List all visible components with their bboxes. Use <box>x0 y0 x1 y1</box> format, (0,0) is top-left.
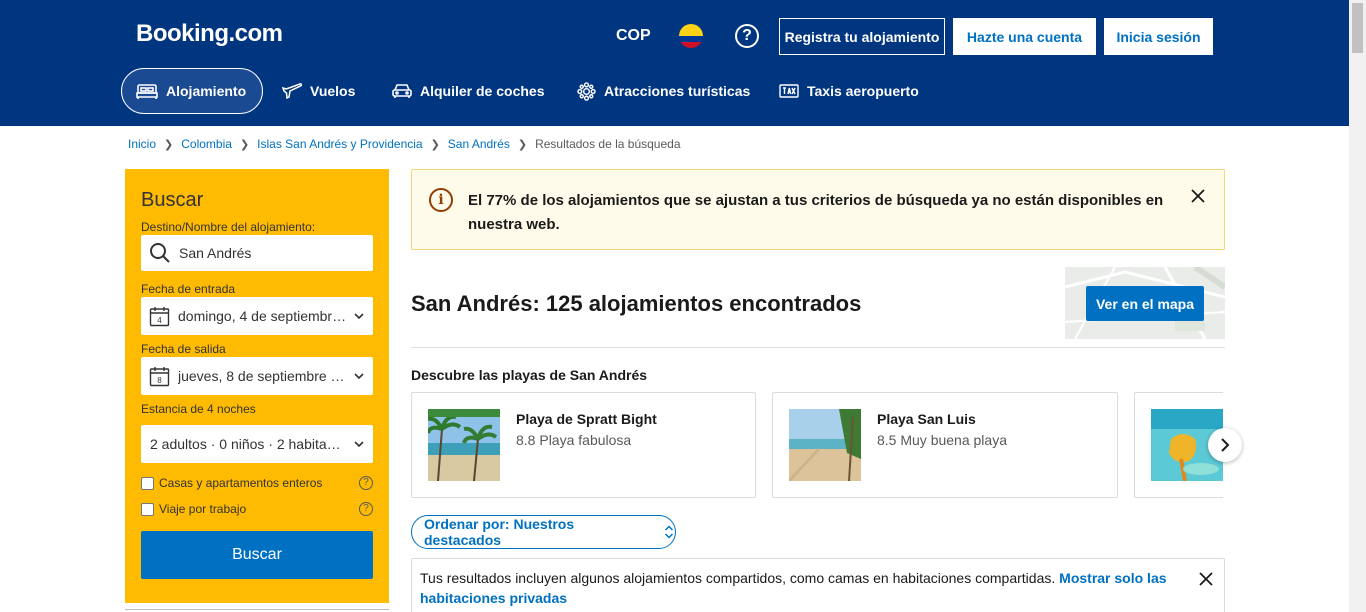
nav-label: Vuelos <box>310 83 356 99</box>
chevron-right-icon: ❯ <box>430 138 440 151</box>
bed-icon <box>136 84 158 99</box>
checkout-value: jueves, 8 de septiembre de 2022 <box>178 368 347 384</box>
signup-button[interactable]: Hazte una cuenta <box>953 18 1096 55</box>
notice-text-block: Tus resultados incluyen algunos alojamie… <box>420 568 1180 608</box>
calendar-icon: 8 <box>149 366 170 386</box>
chevron-down-icon <box>354 313 364 320</box>
search-panel: Buscar Destino/Nombre del alojamiento: S… <box>125 169 389 603</box>
nav-item-alojamiento[interactable]: Alojamiento <box>121 68 264 114</box>
beach-name: Playa de Spratt Bight <box>516 411 657 427</box>
beach-rating: 8.8 Playa fabulosa <box>516 432 632 448</box>
beach-name: Playa San Luis <box>877 411 976 427</box>
chevron-right-icon: ❯ <box>517 138 528 151</box>
beach-card[interactable]: Playa San Luis 8.5 Muy buena playa <box>772 392 1118 498</box>
chevron-right-icon: ❯ <box>239 138 250 151</box>
search-button[interactable]: Buscar <box>141 531 373 579</box>
plane-icon <box>282 83 302 100</box>
sort-label: Ordenar por: Nuestros destacados <box>424 516 575 548</box>
checkin-day: 4 <box>157 316 162 325</box>
guests-value: 2 adultos · 0 niños · 2 habitaciones <box>150 436 347 452</box>
nav-item-vuelos[interactable]: Vuelos <box>282 68 355 114</box>
sort-dropdown[interactable]: Ordenar por: Nuestros destacados <box>411 515 676 549</box>
nav-label: Taxis aeropuerto <box>807 83 919 99</box>
nav-item-taxis[interactable]: Taxis aeropuerto <box>779 68 919 114</box>
search-title: Buscar <box>141 189 204 211</box>
breadcrumb-islas[interactable]: Islas San Andrés y Providencia <box>257 137 422 151</box>
checkout-label: Fecha de salida <box>141 342 226 356</box>
beach-card[interactable]: Playa de Spratt Bight 8.8 Playa fabulosa <box>411 392 756 498</box>
checkout-day: 8 <box>157 376 162 385</box>
breadcrumb-san-andres[interactable]: San Andrés <box>448 137 510 151</box>
alert-message: El 77% de los alojamientos que se ajusta… <box>468 192 1164 233</box>
help-icon[interactable]: ? <box>359 476 373 490</box>
work-trip-label[interactable]: Viaje por trabajo <box>159 502 246 516</box>
checkin-label: Fecha de entrada <box>141 282 236 296</box>
breadcrumb: Inicio ❯ Colombia ❯ Islas San Andrés y P… <box>128 137 681 151</box>
work-trip-checkbox[interactable] <box>141 502 154 516</box>
checkin-date-field[interactable]: 4 domingo, 4 de septiembre de 2022 <box>141 297 373 335</box>
nav-item-alquiler-coches[interactable]: Alquiler de coches <box>392 68 544 114</box>
checkout-date-field[interactable]: 8 jueves, 8 de septiembre de 2022 <box>141 357 373 395</box>
beach-rating: 8.5 Muy buena playa <box>877 432 1007 448</box>
destination-label: Destino/Nombre del alojamiento: <box>141 220 316 234</box>
carousel-next-button[interactable] <box>1208 428 1242 462</box>
breadcrumb-current: Resultados de la búsqueda <box>535 137 681 151</box>
shared-accommodation-notice: Tus resultados incluyen algunos alojamie… <box>411 558 1225 612</box>
destination-input[interactable]: San Andrés <box>141 235 373 271</box>
beaches-title: Descubre las playas de San Andrés <box>411 367 648 383</box>
search-icon <box>150 243 170 263</box>
checkin-value: domingo, 4 de septiembre de 2022 <box>178 308 347 324</box>
nav-label: Atracciones turísticas <box>604 83 751 99</box>
chevron-down-icon <box>354 441 364 448</box>
section-divider <box>411 347 1225 348</box>
scrollbar-thumb[interactable] <box>1352 3 1363 53</box>
car-icon <box>392 84 412 98</box>
taxi-icon <box>779 84 799 98</box>
help-icon[interactable]: ? <box>359 502 373 516</box>
work-trip-checkbox-row[interactable]: Viaje por trabajo ? <box>141 502 373 516</box>
close-icon[interactable] <box>1190 188 1206 204</box>
info-icon: i <box>429 188 453 212</box>
beaches-carousel: Playa de Spratt Bight 8.8 Playa fabulosa… <box>411 392 1223 498</box>
destination-value: San Andrés <box>179 245 252 261</box>
guests-selector[interactable]: 2 adultos · 0 niños · 2 habitaciones <box>141 425 373 463</box>
beach-photo <box>789 409 861 481</box>
entire-homes-checkbox[interactable] <box>141 476 154 490</box>
currency-selector[interactable]: COP <box>616 27 651 45</box>
notice-text: Tus resultados incluyen algunos alojamie… <box>420 570 1060 586</box>
help-icon[interactable]: ? <box>735 24 759 48</box>
attractions-icon <box>577 81 596 101</box>
login-button[interactable]: Inicia sesión <box>1104 18 1213 55</box>
view-map-button[interactable]: Ver en el mapa <box>1086 286 1204 321</box>
chevron-right-icon <box>1221 438 1230 452</box>
register-property-button[interactable]: Registra tu alojamiento <box>779 18 945 55</box>
entire-homes-checkbox-row[interactable]: Casas y apartamentos enteros ? <box>141 476 373 490</box>
colombia-flag-icon[interactable] <box>679 24 703 48</box>
nav-label: Alquiler de coches <box>420 83 545 99</box>
calendar-icon: 4 <box>149 306 170 326</box>
beach-photo <box>428 409 500 481</box>
stay-length-label: Estancia de 4 noches <box>141 402 256 416</box>
breadcrumb-inicio[interactable]: Inicio <box>128 137 156 151</box>
sort-arrows-icon <box>664 525 674 539</box>
chevron-right-icon: ❯ <box>164 138 174 151</box>
close-icon[interactable] <box>1199 572 1213 586</box>
breadcrumb-colombia[interactable]: Colombia <box>181 137 232 151</box>
page-scrollbar[interactable] <box>1349 0 1366 612</box>
top-header: Booking.com COP ? Registra tu alojamient… <box>0 0 1349 126</box>
nav-label: Alojamiento <box>166 83 247 99</box>
nav-item-atracciones[interactable]: Atracciones turísticas <box>577 68 750 114</box>
entire-homes-label[interactable]: Casas y apartamentos enteros <box>159 476 322 490</box>
availability-alert: i El 77% de los alojamientos que se ajus… <box>411 169 1225 250</box>
chevron-down-icon <box>354 373 364 380</box>
results-title: San Andrés: 125 alojamientos encontrados <box>411 291 862 316</box>
booking-logo[interactable]: Booking.com <box>136 20 283 48</box>
